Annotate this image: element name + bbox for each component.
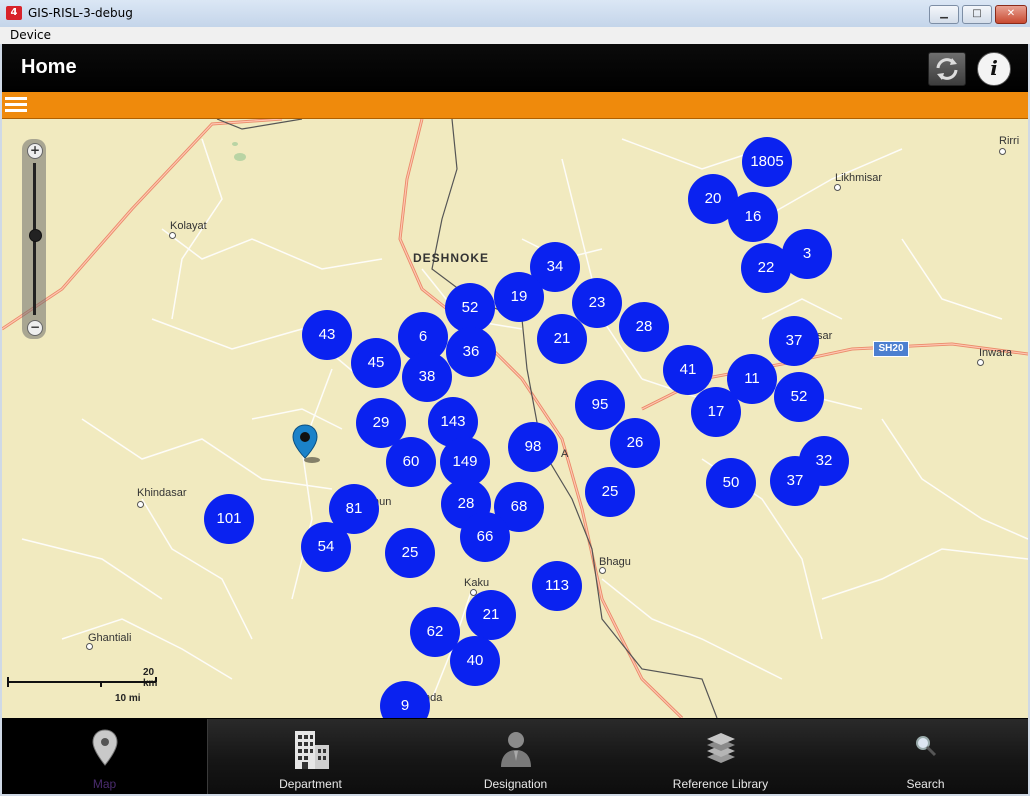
cluster-marker[interactable]: 66 xyxy=(460,512,510,562)
place-dot xyxy=(86,643,93,650)
maximize-button[interactable]: □ xyxy=(962,5,992,24)
tab-search-label: Search xyxy=(906,777,945,791)
place-label: Kolayat xyxy=(170,220,207,232)
books-icon xyxy=(706,733,735,763)
refresh-icon xyxy=(936,58,958,80)
cluster-marker[interactable]: 52 xyxy=(774,372,824,422)
tab-search[interactable]: Search xyxy=(823,719,1028,794)
cluster-marker[interactable]: 52 xyxy=(445,283,495,333)
building-icon xyxy=(294,731,329,769)
place-label: Inwara xyxy=(979,347,1013,359)
person-icon xyxy=(500,732,531,767)
tab-map-label: Map xyxy=(92,777,117,791)
cluster-marker[interactable]: 101 xyxy=(204,494,254,544)
map-view[interactable]: Kolayat DESHNOKE Likhmisar Rirri Inwara … xyxy=(2,119,1028,718)
hamburger-menu-icon[interactable] xyxy=(5,96,27,114)
info-button[interactable]: i xyxy=(977,52,1011,86)
cluster-marker[interactable]: 36 xyxy=(446,327,496,377)
place-dot xyxy=(834,184,841,191)
cluster-marker[interactable]: 19 xyxy=(494,272,544,322)
place-label: Rirri xyxy=(999,135,1020,147)
place-label: Khindasar xyxy=(137,487,187,499)
cluster-marker[interactable]: 50 xyxy=(706,458,756,508)
cluster-marker[interactable]: 113 xyxy=(532,561,582,611)
cluster-marker[interactable]: 32 xyxy=(799,436,849,486)
cluster-marker[interactable]: 28 xyxy=(619,302,669,352)
info-icon: i xyxy=(990,56,998,80)
place-label: Likhmisar xyxy=(835,172,883,184)
tab-designation-label: Designation xyxy=(483,777,548,791)
app-frame: Home i Kolayat DESHNOKE Likhmisar Rirri … xyxy=(2,44,1028,794)
magnifier-icon xyxy=(915,736,936,757)
cluster-marker[interactable]: 37 xyxy=(769,316,819,366)
scale-mi-label: 10 mi xyxy=(115,693,141,704)
cluster-marker[interactable]: 26 xyxy=(610,418,660,468)
cluster-marker[interactable]: 38 xyxy=(402,352,452,402)
place-label: Kaku xyxy=(464,577,490,589)
refresh-button[interactable] xyxy=(928,52,966,86)
tab-map[interactable]: Map xyxy=(2,719,208,794)
place-dot xyxy=(977,359,984,366)
cluster-marker[interactable]: 54 xyxy=(301,522,351,572)
cluster-marker[interactable]: 3 xyxy=(782,229,832,279)
menu-device[interactable]: Device xyxy=(10,28,51,42)
tab-department-label: Department xyxy=(279,777,342,791)
scale-bar-lines xyxy=(7,677,157,687)
cluster-marker[interactable]: 45 xyxy=(351,338,401,388)
zoom-out-button[interactable]: − xyxy=(27,320,43,336)
app-header: Home i xyxy=(2,44,1028,92)
place-label: A xyxy=(561,448,569,460)
map-base-layer xyxy=(2,119,1028,718)
place-label: Ghantiali xyxy=(88,632,132,644)
minimize-button[interactable]: ▁ xyxy=(929,5,959,24)
tab-designation[interactable]: Designation xyxy=(413,719,619,794)
cluster-marker[interactable]: 60 xyxy=(386,437,436,487)
cluster-marker[interactable]: 1805 xyxy=(742,137,792,187)
cluster-marker[interactable]: 25 xyxy=(385,528,435,578)
road-shield-badge: SH20 xyxy=(873,341,909,357)
cluster-marker[interactable]: 25 xyxy=(585,467,635,517)
cluster-marker[interactable]: 41 xyxy=(663,345,713,395)
scale-bar: 20 km 10 mi xyxy=(7,667,157,704)
location-pin-icon[interactable] xyxy=(292,424,322,464)
cluster-marker[interactable]: 95 xyxy=(575,380,625,430)
bottom-tab-bar: Map Department Designation Reference Lib… xyxy=(2,719,1028,794)
orange-toolbar xyxy=(2,92,1028,119)
app-icon: 4 xyxy=(6,6,22,20)
place-label: sar xyxy=(817,330,833,342)
tab-reference-library[interactable]: Reference Library xyxy=(618,719,824,794)
cluster-marker[interactable]: 98 xyxy=(508,422,558,472)
place-dot xyxy=(169,232,176,239)
place-dot xyxy=(599,567,606,574)
cluster-marker[interactable]: 21 xyxy=(466,590,516,640)
zoom-slider-thumb[interactable] xyxy=(29,229,42,242)
tab-reference-library-label: Reference Library xyxy=(672,777,769,791)
map-pin-icon xyxy=(91,729,118,766)
zoom-control: + − xyxy=(22,139,46,339)
close-button[interactable]: ✕ xyxy=(995,5,1027,24)
place-dot xyxy=(999,148,1006,155)
zoom-in-button[interactable]: + xyxy=(27,143,43,159)
page-title: Home xyxy=(21,56,77,78)
place-dot xyxy=(137,501,144,508)
menu-bar: Device xyxy=(0,27,1030,44)
place-label: Bhagu xyxy=(599,556,631,568)
cluster-marker[interactable]: 43 xyxy=(302,310,352,360)
window-title: GIS-RISL-3-debug xyxy=(28,6,133,20)
place-label: DESHNOKE xyxy=(413,251,490,265)
cluster-marker[interactable]: 21 xyxy=(537,314,587,364)
cluster-marker[interactable]: 40 xyxy=(450,636,500,686)
cluster-marker[interactable]: 16 xyxy=(728,192,778,242)
window-title-bar: 4 GIS-RISL-3-debug ▁ □ ✕ xyxy=(0,0,1030,27)
cluster-marker[interactable]: 17 xyxy=(691,387,741,437)
tab-department[interactable]: Department xyxy=(208,719,414,794)
